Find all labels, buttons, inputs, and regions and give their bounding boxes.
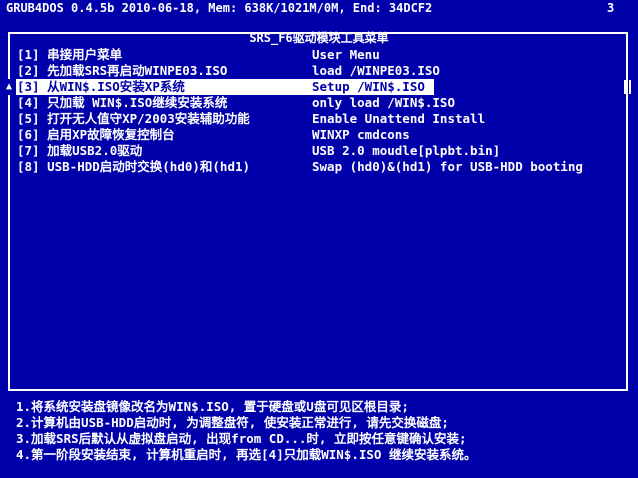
- help-text: 1.将系统安装盘镜像改名为WIN$.ISO, 置于硬盘或U盘可见区根目录; 2.…: [16, 399, 628, 463]
- hint-line: 1.将系统安装盘镜像改名为WIN$.ISO, 置于硬盘或U盘可见区根目录;: [16, 399, 409, 414]
- menu-item-label: [2] 先加载SRS再启动WINPE03.ISO: [17, 63, 228, 78]
- boot-menu-list: [1] 串接用户菜单 User Menu [2] 先加载SRS再启动WINPE0…: [6, 47, 622, 175]
- menu-item-load-winpe[interactable]: [2] 先加载SRS再启动WINPE03.ISO load /WINPE03.I…: [10, 63, 622, 79]
- menu-item-desc: Swap (hd0)&(hd1) for USB-HDD booting: [312, 159, 583, 174]
- menu-item-setup-xp[interactable]: ▲ [3] 从WIN$.ISO安装XP系统 Setup /WIN$.ISO: [6, 79, 434, 95]
- menu-item-label: [1] 串接用户菜单: [17, 47, 123, 62]
- menu-item-label: [7] 加载USB2.0驱动: [17, 143, 143, 158]
- menu-item-desc: USB 2.0 moudle[plpbt.bin]: [312, 143, 501, 158]
- menu-title: SRS_F6驱动模块工具菜单: [249, 31, 389, 45]
- menu-item-usb2-driver[interactable]: [7] 加载USB2.0驱动 USB 2.0 moudle[plpbt.bin]: [10, 143, 622, 159]
- menu-item-label: [8] USB-HDD启动时交换(hd0)和(hd1): [17, 159, 251, 174]
- hint-line: 2.计算机由USB-HDD启动时, 为调整盘符, 使安装正常进行, 请先交换磁盘…: [16, 415, 449, 430]
- menu-item-unattend-install[interactable]: [5] 打开无人值守XP/2003安装辅助功能 Enable Unattend …: [10, 111, 622, 127]
- menu-item-label: [4] 只加载 WIN$.ISO继续安装系统: [17, 95, 228, 110]
- menu-item-recovery-console[interactable]: [6] 启用XP故障恢复控制台 WINXP cmdcons: [10, 127, 622, 143]
- hint-line: 3.加载SRS后默认从虚拟盘启动, 出现from CD...时, 立即按任意键确…: [16, 431, 467, 446]
- menu-item-user-menu[interactable]: [1] 串接用户菜单 User Menu: [10, 47, 622, 63]
- menu-item-swap-disks[interactable]: [8] USB-HDD启动时交换(hd0)和(hd1) Swap (hd0)&(…: [10, 159, 622, 175]
- menu-item-desc: only load /WIN$.ISO: [312, 95, 455, 110]
- menu-item-label: [5] 打开无人值守XP/2003安装辅助功能: [17, 111, 250, 126]
- menu-item-label: [3] 从WIN$.ISO安装XP系统: [17, 79, 185, 94]
- hint-line: 4.第一阶段安装结束, 计算机重启时, 再选[4]只加载WIN$.ISO 继续安…: [16, 447, 477, 462]
- menu-item-desc: Enable Unattend Install: [312, 111, 486, 126]
- menu-item-desc: Setup /WIN$.ISO: [312, 79, 425, 94]
- menu-item-load-win-iso[interactable]: [4] 只加载 WIN$.ISO继续安装系统 only load /WIN$.I…: [10, 95, 622, 111]
- menu-item-desc: User Menu: [312, 47, 380, 62]
- page-number: 3: [607, 1, 615, 15]
- selection-marker-icon: ▲: [6, 79, 16, 95]
- menu-item-label: [6] 启用XP故障恢复控制台: [17, 127, 175, 142]
- status-bar: GRUB4DOS 0.4.5b 2010-06-18, Mem: 638K/10…: [0, 0, 638, 16]
- status-text: GRUB4DOS 0.4.5b 2010-06-18, Mem: 638K/10…: [6, 1, 433, 15]
- menu-item-desc: WINXP cmdcons: [312, 127, 410, 142]
- menu-item-desc: load /WINPE03.ISO: [312, 63, 440, 78]
- scroll-indicator-icon: [624, 80, 632, 94]
